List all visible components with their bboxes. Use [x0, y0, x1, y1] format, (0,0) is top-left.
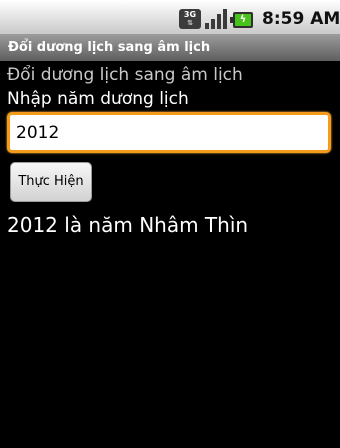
year-input-label: Nhập năm dương lịch — [7, 89, 189, 109]
app-title-bar: Đổi dương lịch sang âm lịch — [0, 35, 340, 61]
3g-data-icon: 3G ⇅ — [179, 9, 201, 29]
result-text: 2012 là năm Nhâm Thìn — [7, 213, 249, 237]
status-bar: 3G ⇅ ϟ 8:59 AM — [0, 0, 340, 35]
network-type-label: 3G — [183, 10, 197, 19]
execute-button[interactable]: Thực Hiện — [10, 162, 92, 202]
page-heading: Đổi dương lịch sang âm lịch — [7, 65, 243, 85]
year-input[interactable] — [7, 112, 331, 153]
status-clock: 8:59 AM — [262, 9, 340, 29]
signal-strength-icon — [205, 9, 227, 29]
app-title: Đổi dương lịch sang âm lịch — [8, 40, 211, 55]
battery-charging-icon: ϟ — [230, 12, 253, 28]
